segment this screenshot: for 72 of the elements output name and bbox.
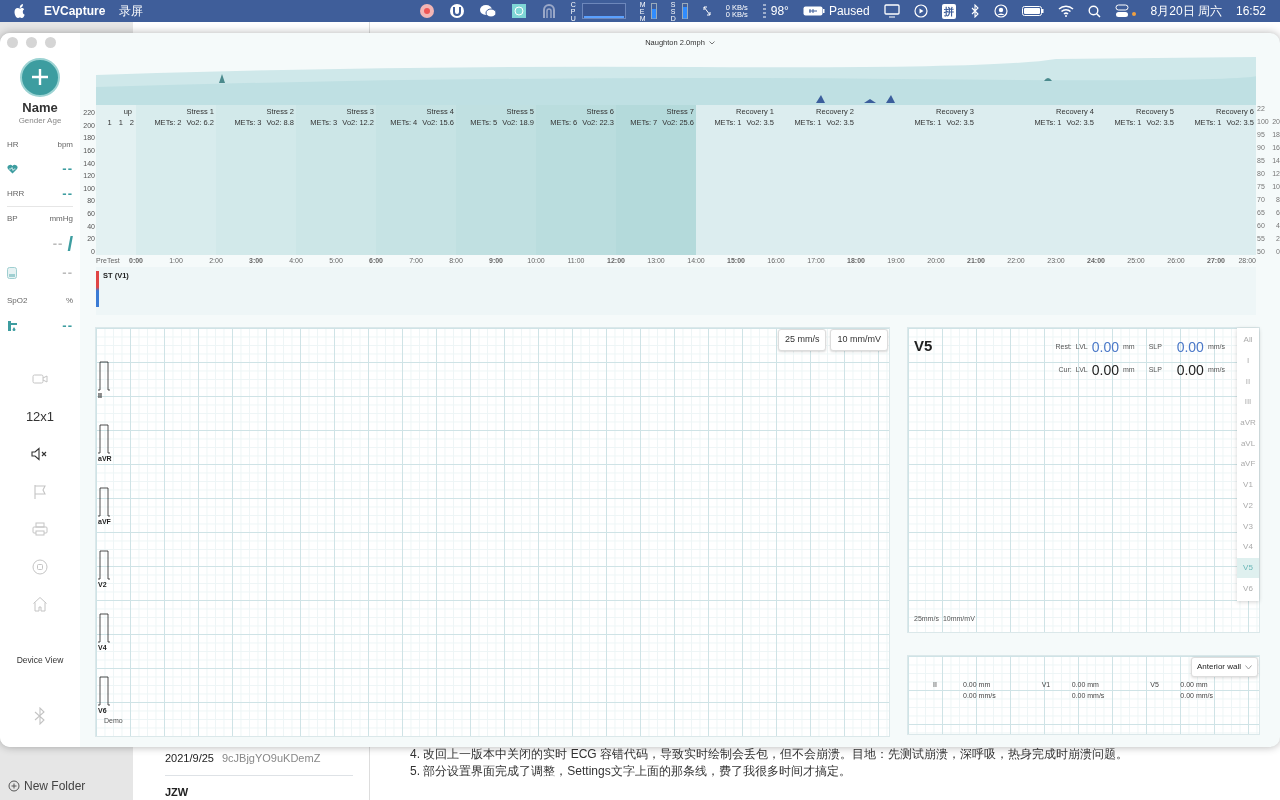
wifi-icon[interactable] [1057, 5, 1074, 17]
lead-title: V5 [914, 336, 933, 356]
chevron-down-icon[interactable] [708, 41, 715, 45]
note-text: 4. 改回上一版本中关闭的实时 ECG 容错代码，导致实时绘制会丢包，但不会崩溃。目地：先测试崩溃，深呼吸，热身完成时崩溃问题。 [410, 746, 1129, 763]
region-dropdown[interactable]: Anterior wall [1191, 657, 1258, 677]
patient-details: Gender Age [17, 114, 63, 127]
cpu-graph [581, 3, 626, 19]
add-icon[interactable] [8, 780, 20, 792]
note-text: 5. 部分设置界面完成了调整，Settings文字上面的那条线，费了我很多时间才搞定。 [410, 763, 852, 780]
calibration-pulse [98, 612, 110, 643]
apple-icon[interactable] [14, 4, 26, 18]
vital-value: -- [62, 160, 73, 179]
menu-date[interactable]: 8月20日 周六 [1150, 2, 1222, 20]
device-icon [7, 266, 17, 279]
vital-label: HRR [7, 188, 25, 201]
mute-icon[interactable] [31, 447, 49, 462]
add-patient-button[interactable] [20, 57, 60, 97]
calibration-pulse [98, 549, 110, 580]
arch-icon[interactable] [540, 3, 557, 19]
memory-bar [650, 3, 657, 19]
gain-button[interactable]: 10 mm/mV [830, 329, 888, 351]
app-square-icon[interactable] [510, 3, 527, 19]
app-menu[interactable]: EVCapture [44, 2, 106, 20]
note-date: 2021/9/25 [165, 751, 214, 766]
measure-value: 0.00 [1091, 338, 1119, 357]
battery-icon[interactable] [1021, 5, 1044, 17]
arrows-icon[interactable] [701, 5, 712, 17]
menu-item[interactable]: 录屏 [119, 2, 144, 20]
measure-value: 0.00 [1176, 338, 1204, 357]
note-id: 9cJBjgYO9uKDemZ [221, 751, 321, 766]
calibration-pulse [98, 360, 110, 391]
chat-icon[interactable] [478, 3, 497, 19]
patient-name: Name [21, 100, 59, 115]
layout-button[interactable]: 12x1 [25, 407, 55, 427]
calibration-pulse [98, 675, 110, 706]
heart-icon [7, 164, 18, 175]
display-icon[interactable] [883, 4, 900, 18]
vital-unit: bpm [57, 138, 73, 151]
device-view-button[interactable]: Device View [16, 653, 64, 667]
sensor-icon [761, 4, 767, 18]
vital-value: -- [62, 185, 73, 204]
plus-icon [30, 67, 50, 88]
speed-button[interactable]: 25 mm/s [777, 329, 827, 351]
bluetooth-icon[interactable] [969, 4, 980, 18]
media-status[interactable]: Paused [828, 2, 870, 20]
search-icon[interactable] [1087, 4, 1101, 18]
temperature-reading: 98° [770, 3, 789, 20]
vital-unit: mmHg [49, 213, 73, 226]
vital-unit: % [65, 295, 73, 308]
vital-value: -- [62, 317, 73, 335]
st-color-scale [96, 271, 99, 307]
input-method-icon[interactable]: 拼 [941, 3, 956, 19]
measure-value: 0.00 [1091, 361, 1119, 380]
calibration-pulse [98, 486, 110, 517]
note-title[interactable]: JZW [165, 783, 353, 800]
vital-label: SpO2 [7, 295, 28, 308]
vital-label: BP [7, 213, 18, 226]
chevron-down-icon [1245, 664, 1252, 670]
vital-value: -- [52, 234, 64, 253]
vital-label: HR [7, 138, 19, 151]
oximeter-icon [7, 319, 18, 332]
calibration-pulse [98, 423, 110, 454]
play-icon[interactable] [913, 4, 928, 18]
menu-clock[interactable]: 16:52 [1235, 2, 1266, 20]
new-folder-link[interactable]: New Folder [24, 777, 86, 795]
vital-value: -- [62, 264, 73, 283]
user-icon[interactable] [993, 4, 1008, 18]
battery-icon[interactable] [802, 5, 825, 17]
disk-bar [681, 3, 688, 19]
vital-separator: / [67, 233, 73, 254]
control-center-icon[interactable] [1114, 4, 1137, 18]
measure-value: 0.00 [1176, 361, 1204, 380]
